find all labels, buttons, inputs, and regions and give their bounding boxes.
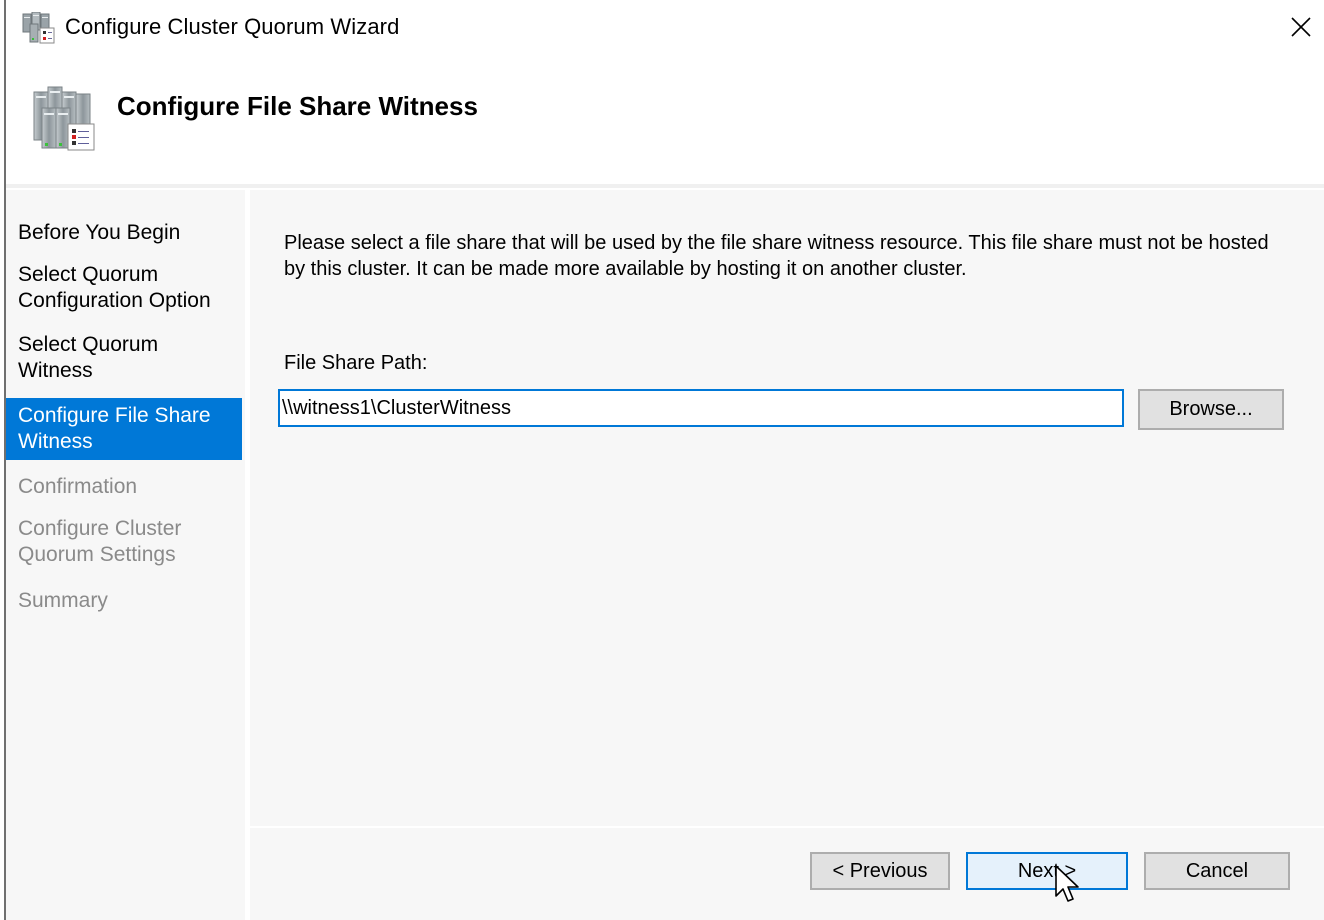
title-bar: Configure Cluster Quorum Wizard: [6, 0, 1324, 56]
nav-step-confirmation: Confirmation: [18, 475, 138, 498]
file-share-path-input[interactable]: [278, 389, 1124, 427]
header-divider: [6, 184, 1324, 188]
nav-step-summary: Summary: [18, 589, 108, 612]
window-title: Configure Cluster Quorum Wizard: [65, 14, 400, 39]
nav-step-select-quorum-configuration-option[interactable]: Select Quorum Configuration Option: [6, 262, 226, 314]
browse-button[interactable]: Browse...: [1138, 389, 1284, 430]
instructions-text: Please select a file share that will be …: [284, 232, 1269, 280]
previous-button[interactable]: < Previous: [810, 852, 950, 890]
wizard-footer: < Previous Next > Cancel: [250, 828, 1324, 920]
wizard-steps-nav: Before You Begin Select Quorum Configura…: [6, 190, 245, 920]
wizard-window: Configure Cluster Quorum Wizard Configur…: [0, 0, 1324, 920]
nav-step-before-you-begin[interactable]: Before You Begin: [6, 220, 242, 246]
page-title: Configure File Share Witness: [117, 91, 478, 121]
close-icon[interactable]: [1278, 4, 1324, 50]
wizard-header: Configure File Share Witness: [6, 56, 1324, 184]
wizard-content: Please select a file share that will be …: [250, 190, 1324, 826]
nav-step-configure-file-share-witness[interactable]: Configure File Share Witness: [6, 398, 242, 460]
nav-step-select-quorum-witness[interactable]: Select Quorum Witness: [6, 332, 186, 384]
nav-step-configure-cluster-quorum-settings: Configure Cluster Quorum Settings: [18, 517, 182, 566]
next-button[interactable]: Next >: [966, 852, 1128, 890]
cluster-servers-checklist-icon: [32, 86, 100, 152]
cancel-button[interactable]: Cancel: [1144, 852, 1290, 890]
cluster-servers-icon: [22, 11, 56, 44]
file-share-path-label: File Share Path:: [284, 352, 428, 374]
